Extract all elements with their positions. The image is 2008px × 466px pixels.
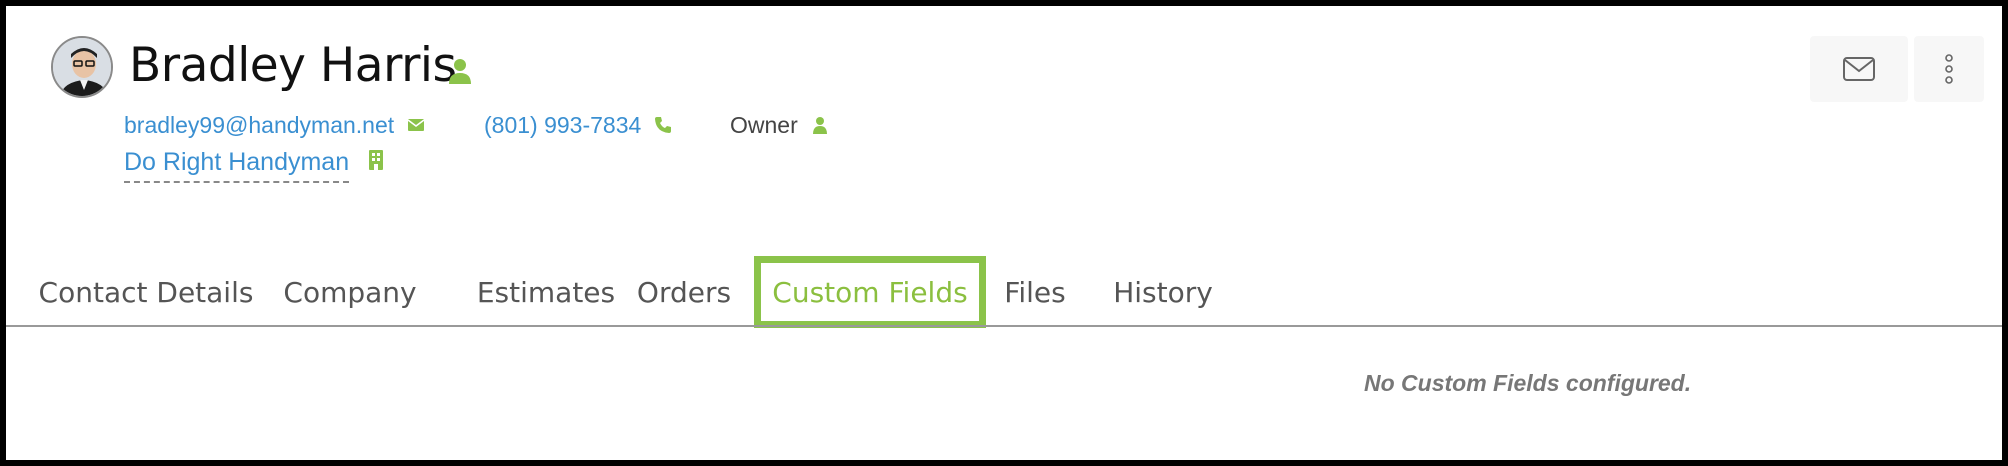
contact-page: Bradley Harris bradley99@handyman.net (8…: [6, 6, 2002, 460]
tab-orders[interactable]: Orders: [637, 256, 731, 328]
building-icon: [369, 150, 383, 170]
tab-company[interactable]: Company: [283, 256, 416, 328]
email-link[interactable]: bradley99@handyman.net: [124, 112, 394, 139]
email-field[interactable]: bradley99@handyman.net: [124, 109, 426, 141]
user-tie-icon: [812, 117, 827, 134]
phone-icon: [655, 117, 672, 133]
envelope-icon: [407, 119, 425, 131]
tab-history[interactable]: History: [1112, 256, 1214, 328]
phone-field[interactable]: (801) 993-7834: [484, 109, 673, 141]
send-email-button[interactable]: [1810, 36, 1908, 102]
company-link[interactable]: Do Right Handyman: [124, 148, 350, 183]
more-options-button[interactable]: [1914, 36, 1984, 102]
tab-files[interactable]: Files: [1000, 256, 1070, 328]
envelope-outline-icon: [1843, 57, 1875, 81]
avatar: [51, 36, 113, 98]
tab-estimates[interactable]: Estimates: [462, 256, 630, 328]
tab-custom-fields[interactable]: Custom Fields: [754, 256, 986, 328]
contact-name: Bradley Harris: [129, 38, 457, 93]
kebab-menu-icon: [1945, 54, 1953, 84]
tab-contact-details[interactable]: Contact Details: [39, 256, 254, 328]
role-label: Owner: [730, 111, 798, 138]
phone-link[interactable]: (801) 993-7834: [484, 112, 641, 139]
role-field: Owner: [730, 109, 830, 141]
empty-state-message: No Custom Fields configured.: [1364, 370, 1692, 396]
person-icon: [449, 59, 471, 84]
tab-divider: [6, 325, 2002, 327]
avatar-portrait-icon: [53, 38, 111, 96]
